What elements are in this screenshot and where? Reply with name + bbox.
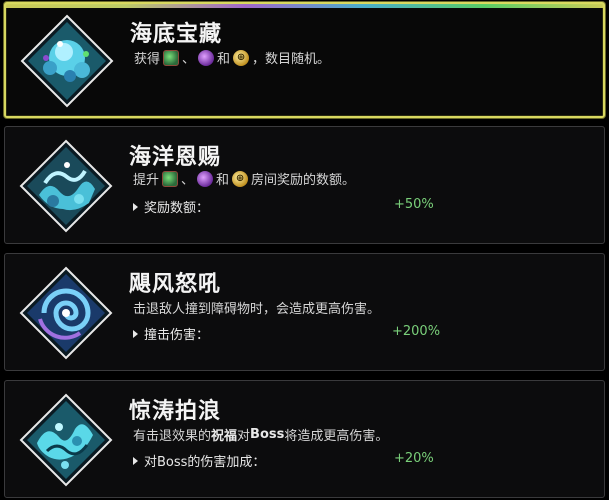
stat-value: +200% (392, 324, 441, 339)
darkness-orb-icon (197, 170, 214, 187)
selection-highlight-bar (6, 4, 603, 8)
boon-title: 海洋恩赐 (129, 145, 222, 170)
boon-stat: 撞击伤害： (133, 324, 209, 343)
desc-text: ，数目随机。 (252, 52, 331, 67)
stat-label: 撞击伤害： (144, 328, 210, 343)
desc-highlight: 祝福 (211, 429, 238, 444)
treasure-orb-icon (20, 14, 114, 108)
obol-coin-icon: ⊕ (233, 49, 250, 66)
desc-text: 、 (182, 52, 196, 67)
desc-text: 房间奖励的数额。 (251, 173, 356, 188)
stat-label: 对Boss的伤害加成： (144, 455, 266, 470)
bullet-arrow-icon (133, 456, 138, 465)
desc-text: 和 (216, 173, 230, 188)
stat-value: +20% (394, 451, 434, 466)
stat-value: +50% (394, 197, 434, 212)
whirlpool-icon (19, 266, 113, 360)
boon-description: 有击退效果的 祝福 对 Boss 将造成更高伤害。 (133, 425, 388, 444)
gem-icon (163, 49, 180, 66)
boon-card-hurricane-roar[interactable]: 飓风怒吼 击退敌人撞到障碍物时，会造成更高伤害。 撞击伤害： +200% (4, 253, 605, 371)
darkness-orb-icon (198, 49, 215, 66)
ocean-wave-icon (19, 139, 113, 233)
boon-list: 海底宝藏 获得 、 和 ⊕ ，数目随机。 海洋恩赐 提升 、 和 ⊕ 房间奖励的… (0, 0, 609, 500)
boon-card-ocean-gift[interactable]: 海洋恩赐 提升 、 和 ⊕ 房间奖励的数额。 奖励数额： +50% (4, 126, 605, 244)
desc-text: 和 (217, 52, 231, 67)
boon-stat: 对Boss的伤害加成： (133, 451, 265, 470)
stat-label: 奖励数额： (144, 201, 210, 216)
bullet-arrow-icon (133, 329, 138, 338)
boon-description: 击退敌人撞到障碍物时，会造成更高伤害。 (133, 302, 381, 317)
desc-highlight: Boss (250, 427, 285, 442)
boon-stat: 奖励数额： (133, 197, 209, 216)
gem-icon (162, 170, 179, 187)
boon-description: 获得 、 和 ⊕ ，数目随机。 (134, 48, 330, 67)
boon-title: 惊涛拍浪 (129, 399, 222, 424)
boon-card-crashing-waves[interactable]: 惊涛拍浪 有击退效果的 祝福 对 Boss 将造成更高伤害。 对Boss的伤害加… (4, 380, 605, 498)
desc-text: 对 (237, 429, 251, 444)
obol-coin-icon: ⊕ (232, 170, 249, 187)
boon-card-sea-treasure[interactable]: 海底宝藏 获得 、 和 ⊕ ，数目随机。 (4, 2, 605, 118)
boon-title: 飓风怒吼 (129, 272, 222, 297)
desc-text: 、 (181, 173, 195, 188)
boon-description: 提升 、 和 ⊕ 房间奖励的数额。 (133, 169, 355, 188)
bullet-arrow-icon (133, 202, 138, 211)
crashing-wave-icon (19, 393, 113, 487)
desc-text: 有击退效果的 (133, 429, 212, 444)
desc-text: 提升 (133, 173, 160, 188)
desc-text: 获得 (134, 52, 161, 67)
desc-text: 将造成更高伤害。 (284, 429, 389, 444)
boon-title: 海底宝藏 (130, 22, 223, 47)
